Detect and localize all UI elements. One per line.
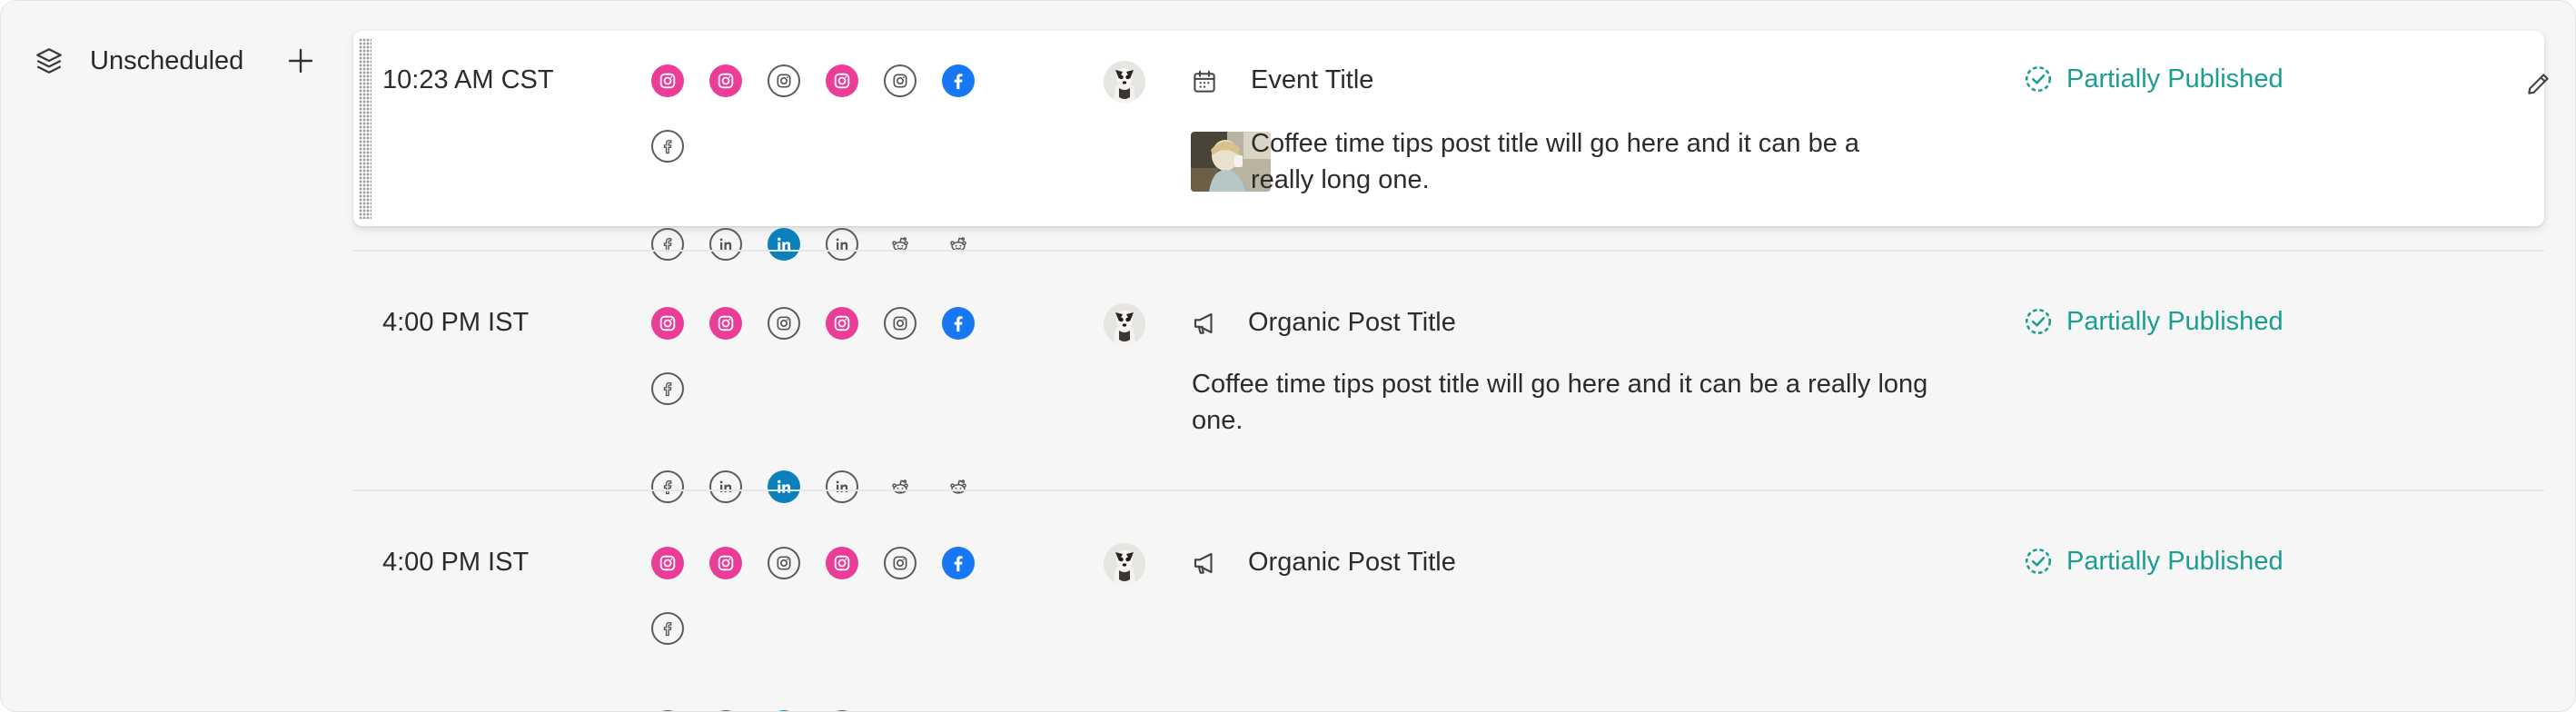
instagram-outline-icon: [768, 307, 800, 340]
status-text: Partially Published: [2066, 306, 2284, 336]
instagram-filled-icon: [651, 547, 684, 579]
avatar: [1104, 61, 1145, 103]
instagram-outline-icon: [768, 547, 800, 579]
post-row[interactable]: 4:00 PM IST Organic Post Title Partially…: [353, 491, 2544, 711]
layers-icon: [34, 45, 64, 76]
post-description-line: Coffee time tips post title will go here…: [1192, 370, 1928, 399]
facebook-outline-icon: [651, 130, 684, 163]
instagram-filled-icon: [651, 64, 684, 97]
megaphone-icon: [1189, 308, 1220, 339]
facebook-filled-icon: [942, 307, 975, 340]
instagram-outline-icon: [884, 64, 916, 97]
avatar: [1104, 543, 1145, 585]
instagram-filled-icon: [826, 547, 858, 579]
facebook-filled-icon: [942, 64, 975, 97]
unscheduled-posts-panel: Unscheduled 10:23 AM CST Event Title Cof…: [0, 0, 2576, 712]
status-text: Partially Published: [2066, 546, 2284, 576]
drag-handle[interactable]: [359, 38, 372, 219]
post-row[interactable]: 4:00 PM IST Organic Post Title Coffee ti…: [353, 252, 2544, 503]
channel-icons: [651, 547, 1015, 711]
plus-icon: [288, 48, 313, 74]
instagram-filled-icon: [709, 307, 742, 340]
post-title[interactable]: Organic Post Title: [1248, 308, 1456, 338]
pencil-icon: [2528, 74, 2549, 94]
instagram-filled-icon: [826, 64, 858, 97]
status-badge: Partially Published: [2023, 64, 2284, 94]
instagram-filled-icon: [826, 307, 858, 340]
add-unscheduled-button[interactable]: [282, 43, 319, 79]
instagram-filled-icon: [709, 64, 742, 97]
post-time: 4:00 PM IST: [382, 548, 530, 577]
dashed-check-circle-icon: [2025, 548, 2052, 575]
post-description: Coffee time tips post title will go here…: [1251, 125, 1959, 198]
facebook-filled-icon: [942, 547, 975, 579]
instagram-outline-icon: [884, 547, 916, 579]
post-row[interactable]: 10:23 AM CST Event Title Coffee time tip…: [353, 31, 2549, 261]
post-description: Coffee time tips post title will go here…: [1192, 366, 1991, 439]
post-time: 10:23 AM CST: [382, 65, 554, 94]
edit-button[interactable]: [2521, 65, 2557, 102]
channel-icons: [651, 64, 1015, 261]
megaphone-icon: [1189, 548, 1220, 578]
instagram-filled-icon: [651, 307, 684, 340]
instagram-outline-icon: [884, 307, 916, 340]
dashed-check-circle-icon: [2025, 65, 2052, 93]
avatar: [1104, 303, 1145, 345]
instagram-filled-icon: [709, 547, 742, 579]
post-title[interactable]: Event Title: [1251, 65, 1373, 95]
post-time: 4:00 PM IST: [382, 308, 530, 337]
channel-icons: [651, 307, 1015, 503]
post-title[interactable]: Organic Post Title: [1248, 548, 1456, 578]
unscheduled-label: Unscheduled: [90, 45, 244, 75]
facebook-outline-icon: [651, 372, 684, 405]
facebook-outline-icon: [651, 612, 684, 645]
calendar-icon: [1189, 66, 1220, 97]
dashed-check-circle-icon: [2025, 308, 2052, 335]
status-badge: Partially Published: [2023, 546, 2284, 577]
instagram-outline-icon: [768, 64, 800, 97]
post-description-line: one.: [1192, 406, 1243, 435]
unscheduled-header: Unscheduled: [34, 43, 313, 79]
post-description-line: really long one.: [1251, 165, 1430, 194]
status-text: Partially Published: [2066, 64, 2284, 94]
status-badge: Partially Published: [2023, 306, 2284, 337]
post-description-line: Coffee time tips post title will go here…: [1251, 129, 1860, 158]
